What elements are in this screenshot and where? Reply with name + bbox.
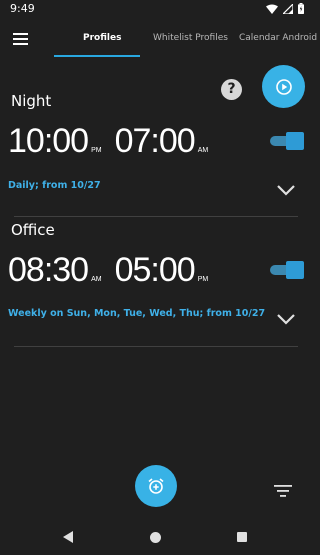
back-icon[interactable] — [63, 531, 74, 543]
end-ampm: AM — [197, 147, 209, 154]
divider — [14, 216, 298, 217]
tab-whitelist-profiles[interactable]: Whitelist Profiles — [153, 33, 228, 43]
end-time[interactable]: 07:00 — [115, 122, 196, 161]
navigation-bar — [0, 520, 312, 555]
profile-schedule[interactable]: Daily; from 10/27 — [8, 180, 101, 191]
end-ampm: PM — [197, 276, 209, 283]
start-time[interactable]: 10:00 — [8, 122, 89, 161]
profile-name: Night — [11, 92, 52, 110]
menu-icon[interactable] — [10, 30, 32, 48]
wifi-icon — [266, 4, 278, 14]
profile-name: Office — [11, 221, 55, 239]
profile-toggle[interactable] — [270, 132, 304, 150]
signal-icon — [283, 3, 293, 14]
start-ampm: PM — [91, 147, 102, 154]
add-alarm-icon — [148, 478, 164, 494]
app-bar: Profiles Whitelist Profiles Calendar And… — [0, 20, 317, 58]
battery-icon — [298, 3, 304, 14]
add-profile-button[interactable] — [135, 465, 177, 507]
profile-schedule[interactable]: Weekly on Sun, Mon, Tue, Wed, Thu; from … — [8, 308, 265, 319]
tab-calendar-android[interactable]: Calendar Android — [239, 33, 317, 43]
filter-icon[interactable] — [274, 484, 292, 498]
run-button[interactable] — [262, 65, 305, 108]
chevron-down-icon[interactable] — [276, 313, 296, 325]
divider — [14, 346, 298, 347]
status-bar: 9:49 — [0, 0, 312, 20]
profile-time-range[interactable]: 10:00 PM 07:00 AM — [8, 122, 221, 161]
active-tab-indicator — [54, 55, 140, 57]
recents-icon[interactable] — [237, 532, 247, 542]
tab-profiles[interactable]: Profiles — [83, 33, 121, 43]
start-ampm: AM — [91, 276, 102, 283]
chevron-down-icon[interactable] — [276, 184, 296, 196]
start-time[interactable]: 08:30 — [8, 251, 89, 290]
status-time: 9:49 — [10, 2, 35, 15]
toggle-thumb — [286, 261, 304, 279]
home-icon[interactable] — [150, 532, 161, 543]
toggle-thumb — [286, 132, 304, 150]
profile-toggle[interactable] — [270, 261, 304, 279]
play-icon — [275, 78, 292, 95]
status-icons — [266, 3, 304, 14]
profile-time-range[interactable]: 08:30 AM 05:00 PM — [8, 251, 221, 290]
help-icon[interactable]: ? — [221, 79, 242, 100]
end-time[interactable]: 05:00 — [115, 251, 196, 290]
